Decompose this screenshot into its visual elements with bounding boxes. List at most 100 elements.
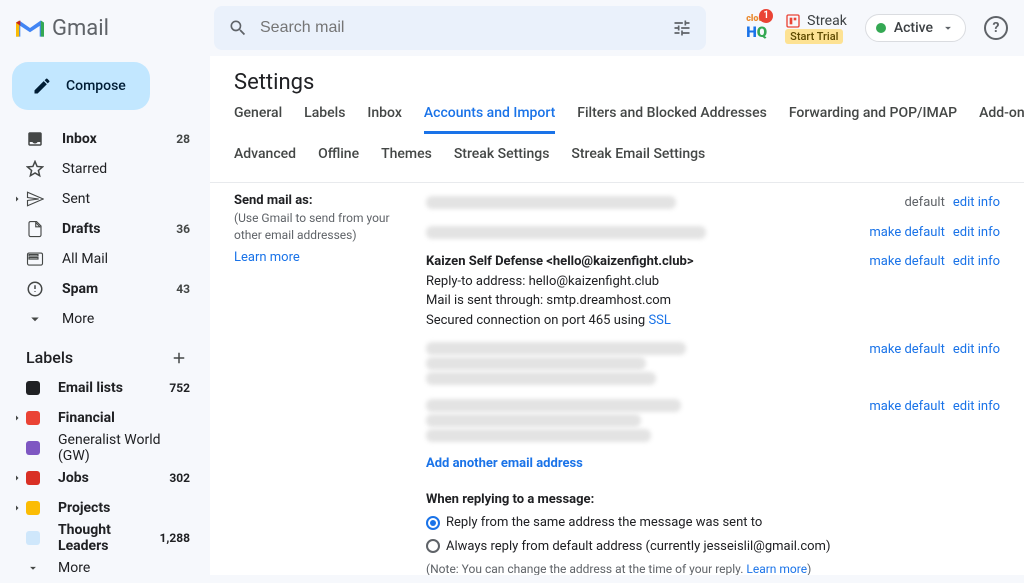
label-color-swatch — [26, 531, 40, 545]
allmail-icon — [26, 250, 44, 268]
make-default-link[interactable]: make default — [869, 252, 944, 330]
add-another-email-link[interactable]: Add another email address — [426, 456, 583, 471]
edit-info-link[interactable]: edit info — [953, 397, 1000, 444]
sidebar-item-allmail[interactable]: All Mail — [8, 244, 202, 274]
hq-app-icon[interactable]: clouHQ 1 — [746, 15, 767, 41]
tab-accounts-and-import[interactable]: Accounts and Import — [424, 105, 555, 134]
tab-add-ons[interactable]: Add-ons — [979, 105, 1024, 134]
reply-default-address-option[interactable]: Always reply from default address (curre… — [426, 537, 1000, 557]
settings-tabs: General Labels Inbox Accounts and Import Fil… — [210, 105, 1024, 134]
label-item[interactable]: Thought Leaders1,288 — [8, 523, 202, 553]
settings-title: Settings — [210, 56, 1024, 105]
edit-info-link[interactable]: edit info — [953, 223, 1000, 243]
more-icon — [26, 310, 44, 328]
radio-icon — [426, 516, 440, 530]
edit-info-link[interactable]: edit info — [953, 340, 1000, 387]
sidebar-item-starred[interactable]: Starred — [8, 154, 202, 184]
help-button[interactable]: ? — [984, 16, 1008, 40]
streak-label: Streak — [807, 13, 847, 29]
sendas-kaizen-reply: Reply-to address: hello@kaizenfight.club — [426, 272, 853, 292]
send-as-title: Send mail as: — [234, 193, 416, 208]
sidebar-item-spam[interactable]: Spam43 — [8, 274, 202, 304]
make-default-link[interactable]: make default — [869, 340, 944, 387]
sendas-kaizen-smtp: Mail is sent through: smtp.dreamhost.com — [426, 291, 853, 311]
send-mail-as-section: Send mail as: (Use Gmail to send from yo… — [210, 183, 1024, 575]
sidebar-item-more[interactable]: More — [8, 304, 202, 334]
pencil-icon — [32, 76, 52, 96]
tab-labels[interactable]: Labels — [304, 105, 345, 134]
search-bar[interactable] — [214, 6, 706, 50]
add-label-icon[interactable] — [170, 349, 188, 367]
label-item[interactable]: Email lists752 — [8, 373, 202, 403]
spam-icon — [26, 280, 44, 298]
search-icon — [228, 18, 248, 38]
expand-icon — [11, 502, 23, 514]
label-item[interactable]: Generalist World (GW) — [8, 433, 202, 463]
send-as-subtitle: (Use Gmail to send from your other email… — [234, 210, 416, 244]
label-item[interactable]: Jobs302 — [8, 463, 202, 493]
tab-inbox[interactable]: Inbox — [367, 105, 401, 134]
starred-icon — [26, 160, 44, 178]
label-color-swatch — [26, 471, 40, 485]
sidebar: Compose Inbox28StarredSentDrafts36All Ma… — [0, 56, 210, 575]
edit-info-link[interactable]: edit info — [953, 193, 1000, 213]
label-color-swatch — [26, 441, 40, 455]
tab-general[interactable]: General — [234, 105, 282, 134]
subtab-streak-email-settings[interactable]: Streak Email Settings — [571, 146, 705, 172]
expand-icon — [11, 472, 23, 484]
tab-forwarding-and-pop-imap[interactable]: Forwarding and POP/IMAP — [789, 105, 957, 134]
gmail-logo[interactable]: Gmail — [16, 16, 202, 41]
app-header: Gmail clouHQ 1 Streak Start Trial Active… — [0, 0, 1024, 56]
sendas-kaizen-name: Kaizen Self Defense <hello@kaizenfight.c… — [426, 252, 853, 272]
settings-subtabs: Advanced Offline Themes Streak Settings Stre… — [210, 134, 1024, 183]
label-item[interactable]: Projects — [8, 493, 202, 523]
subtab-advanced[interactable]: Advanced — [234, 146, 296, 172]
tab-filters-and-blocked-addresses[interactable]: Filters and Blocked Addresses — [577, 105, 767, 134]
tune-icon[interactable] — [672, 18, 692, 38]
radio-icon — [426, 539, 440, 553]
subtab-streak-settings[interactable]: Streak Settings — [454, 146, 550, 172]
header-actions: clouHQ 1 Streak Start Trial Active ? — [746, 13, 1008, 44]
sidebar-item-inbox[interactable]: Inbox28 — [8, 124, 202, 154]
label-item[interactable]: More — [8, 553, 202, 583]
expand-icon — [11, 412, 23, 424]
labels-title: Labels — [26, 348, 73, 367]
labels-header: Labels — [8, 334, 202, 373]
streak-trial-badge: Start Trial — [785, 29, 843, 44]
sidebar-item-drafts[interactable]: Drafts36 — [8, 214, 202, 244]
make-default-link[interactable]: make default — [869, 397, 944, 444]
gmail-icon — [16, 16, 44, 40]
make-default-link[interactable]: make default — [869, 223, 944, 243]
inbox-icon — [26, 130, 44, 148]
reply-same-address-option[interactable]: Reply from the same address the message … — [426, 513, 1000, 533]
expand-icon — [11, 193, 23, 205]
status-text: Active — [894, 20, 933, 36]
reply-note: (Note: You can change the address at the… — [426, 560, 1000, 575]
sendas-kaizen-secure: Secured connection on port 465 using SSL — [426, 311, 853, 331]
sidebar-item-sent[interactable]: Sent — [8, 184, 202, 214]
label-item[interactable]: Financial — [8, 403, 202, 433]
streak-app[interactable]: Streak Start Trial — [785, 13, 847, 44]
subtab-themes[interactable]: Themes — [381, 146, 432, 172]
chevron-down-icon — [941, 21, 955, 35]
label-color-swatch — [26, 501, 40, 515]
compose-label: Compose — [66, 78, 126, 94]
default-indicator: default — [904, 193, 944, 213]
label-color-swatch — [26, 381, 40, 395]
search-input[interactable] — [260, 19, 660, 37]
compose-button[interactable]: Compose — [12, 62, 150, 110]
status-selector[interactable]: Active — [865, 14, 966, 42]
sent-icon — [26, 190, 44, 208]
edit-info-link[interactable]: edit info — [953, 252, 1000, 330]
hq-badge: 1 — [759, 9, 773, 23]
drafts-icon — [26, 220, 44, 238]
chevron-down-icon — [26, 561, 40, 575]
status-dot-icon — [876, 23, 886, 33]
learn-more-link[interactable]: Learn more — [746, 562, 807, 575]
ssl-link[interactable]: SSL — [648, 313, 670, 328]
learn-more-link[interactable]: Learn more — [234, 250, 300, 265]
main-content: Settings General Labels Inbox Accounts and … — [210, 56, 1024, 575]
when-replying-header: When replying to a message: — [426, 490, 1000, 510]
subtab-offline[interactable]: Offline — [318, 146, 359, 172]
streak-icon — [785, 13, 801, 29]
